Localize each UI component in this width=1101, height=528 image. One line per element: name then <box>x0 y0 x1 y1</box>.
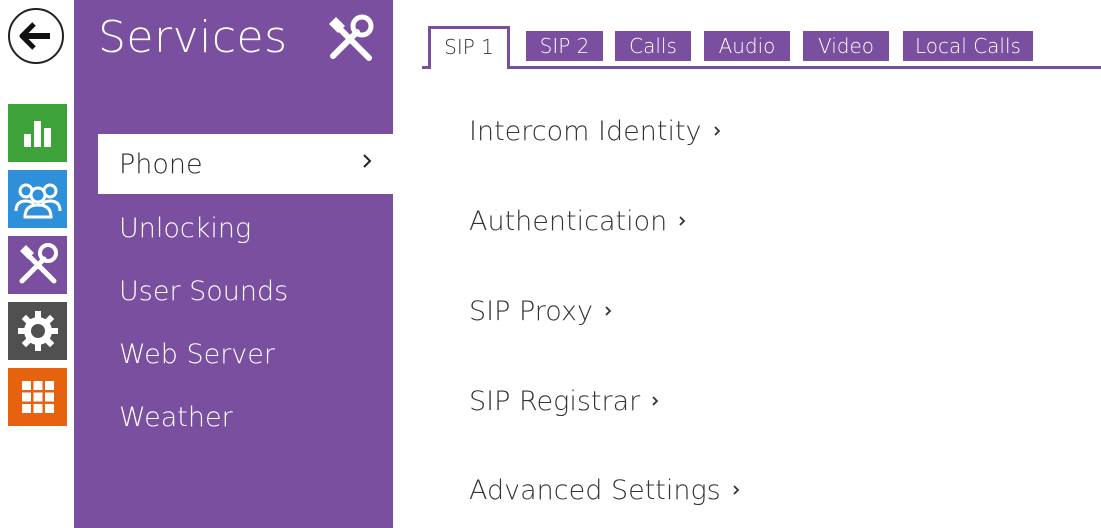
sidebar-item-label: Web Server <box>119 338 275 370</box>
grid-icon <box>21 381 54 413</box>
page-title: Services <box>98 12 288 63</box>
tab-label: Local Calls <box>915 34 1021 58</box>
section-advanced-settings[interactable]: Advanced Settings <box>469 470 741 510</box>
services-tile[interactable] <box>8 236 67 294</box>
tab-video[interactable]: Video <box>803 31 889 61</box>
section-sip-registrar[interactable]: SIP Registrar <box>469 381 660 421</box>
tab-underline <box>422 66 1101 69</box>
apps-tile[interactable] <box>8 368 67 426</box>
tab-label: Video <box>817 34 875 58</box>
icon-rail <box>0 0 74 528</box>
section-label: SIP Registrar <box>469 385 641 417</box>
gear-icon <box>17 311 58 351</box>
tab-audio[interactable]: Audio <box>704 31 790 61</box>
tab-sip-1[interactable]: SIP 1 <box>428 26 510 69</box>
sidebar-item-user-sounds[interactable]: User Sounds <box>98 261 393 321</box>
section-sip-proxy[interactable]: SIP Proxy <box>469 291 613 331</box>
tab-label: Audio <box>718 34 776 58</box>
tab-label: SIP 1 <box>444 35 494 59</box>
chevron-right-icon <box>605 306 612 316</box>
tools-icon <box>329 14 374 61</box>
back-button[interactable] <box>8 8 64 64</box>
sidebar-item-label: Weather <box>119 401 233 433</box>
chevron-right-icon <box>679 216 686 226</box>
tab-label: Calls <box>629 34 677 58</box>
sidebar-item-phone[interactable]: Phone <box>98 134 393 194</box>
sidebar-item-label: User Sounds <box>119 275 289 307</box>
tab-local-calls[interactable]: Local Calls <box>903 31 1033 61</box>
services-panel: Services Phone Unlocking User Sounds Web… <box>74 0 393 528</box>
section-label: SIP Proxy <box>469 295 593 327</box>
tools-icon <box>19 243 58 284</box>
sidebar-item-label: Phone <box>119 148 203 180</box>
bar-chart-icon <box>23 121 51 147</box>
chevron-right-icon <box>363 154 372 168</box>
section-intercom-identity[interactable]: Intercom Identity <box>469 111 722 151</box>
section-label: Authentication <box>469 205 668 237</box>
tab-sip-2[interactable]: SIP 2 <box>526 31 603 61</box>
section-label: Intercom Identity <box>469 115 702 147</box>
tab-label: SIP 2 <box>539 34 590 58</box>
chevron-right-icon <box>713 126 720 136</box>
sidebar-item-unlocking[interactable]: Unlocking <box>98 198 393 258</box>
sidebar-item-weather[interactable]: Weather <box>98 387 393 447</box>
tab-bar: SIP 1 SIP 2 Calls Audio Video Local Call… <box>422 26 1101 69</box>
directory-tile[interactable] <box>8 170 67 228</box>
sidebar-item-web-server[interactable]: Web Server <box>98 324 393 384</box>
section-label: Advanced Settings <box>469 474 721 506</box>
arrow-left-icon <box>19 22 50 50</box>
section-authentication[interactable]: Authentication <box>469 201 687 241</box>
sidebar-item-label: Unlocking <box>119 212 252 244</box>
tab-calls[interactable]: Calls <box>615 31 691 61</box>
status-tile[interactable] <box>8 104 67 162</box>
chevron-right-icon <box>652 396 659 406</box>
chevron-right-icon <box>733 485 740 495</box>
system-tile[interactable] <box>8 302 67 360</box>
users-icon <box>14 183 61 219</box>
